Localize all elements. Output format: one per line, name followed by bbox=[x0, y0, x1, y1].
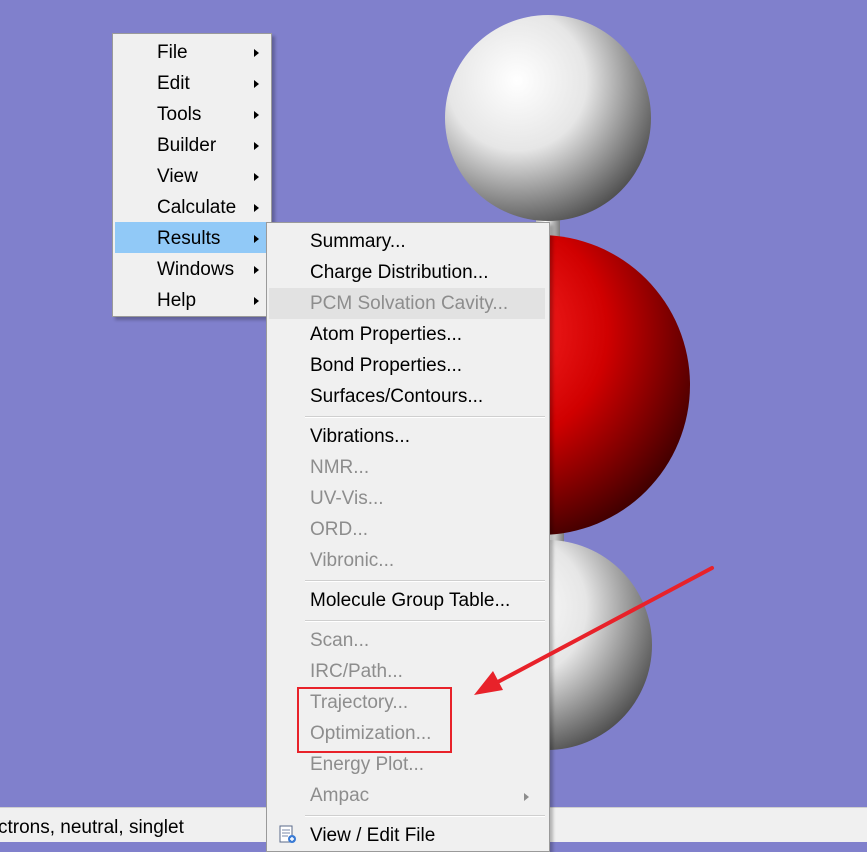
submenu-arrow-icon bbox=[254, 142, 259, 150]
submenu-item-molecule-group-table[interactable]: Molecule Group Table... bbox=[269, 585, 545, 616]
menu-item-windows[interactable]: Windows bbox=[115, 253, 269, 284]
menu-item-calculate[interactable]: Calculate bbox=[115, 191, 269, 222]
menu-separator bbox=[305, 815, 545, 817]
submenu-item-label: Molecule Group Table... bbox=[310, 590, 511, 611]
submenu-item-label: UV-Vis... bbox=[310, 488, 384, 509]
submenu-arrow-icon bbox=[254, 235, 259, 243]
submenu-item-nmr[interactable]: NMR... bbox=[269, 452, 545, 483]
menu-item-label: Windows bbox=[157, 259, 235, 280]
menu-item-label: File bbox=[157, 42, 188, 63]
submenu-arrow-icon bbox=[254, 266, 259, 274]
menu-item-label: Builder bbox=[157, 135, 217, 156]
hydrogen-atom-top bbox=[445, 15, 651, 221]
submenu-item-scan[interactable]: Scan... bbox=[269, 625, 545, 656]
submenu-item-label: Surfaces/Contours... bbox=[310, 386, 484, 407]
menu-item-label: View bbox=[157, 166, 198, 187]
submenu-item-atom-properties[interactable]: Atom Properties... bbox=[269, 319, 545, 350]
submenu-item-bond-properties[interactable]: Bond Properties... bbox=[269, 350, 545, 381]
submenu-item-surfaces-contours[interactable]: Surfaces/Contours... bbox=[269, 381, 545, 412]
submenu-item-label: PCM Solvation Cavity... bbox=[310, 293, 509, 314]
submenu-arrow-icon bbox=[254, 204, 259, 212]
menu-separator bbox=[305, 416, 545, 418]
menu-item-builder[interactable]: Builder bbox=[115, 129, 269, 160]
menu-item-file[interactable]: File bbox=[115, 36, 269, 67]
submenu-item-label: Scan... bbox=[310, 630, 370, 651]
submenu-item-label: Vibrations... bbox=[310, 426, 410, 447]
submenu-item-label: NMR... bbox=[310, 457, 370, 478]
submenu-item-energy-plot[interactable]: Energy Plot... bbox=[269, 749, 545, 780]
menu-item-results[interactable]: Results bbox=[115, 222, 269, 253]
menu-item-help[interactable]: Help bbox=[115, 284, 269, 315]
menu-item-label: Calculate bbox=[157, 197, 237, 218]
submenu-item-label: Energy Plot... bbox=[310, 754, 425, 775]
menu-item-label: Help bbox=[157, 290, 197, 311]
submenu-item-vibronic[interactable]: Vibronic... bbox=[269, 545, 545, 576]
status-text: ctrons, neutral, singlet bbox=[0, 817, 184, 838]
submenu-item-irc-path[interactable]: IRC/Path... bbox=[269, 656, 545, 687]
menu-item-view[interactable]: View bbox=[115, 160, 269, 191]
submenu-item-label: View / Edit File bbox=[310, 825, 436, 846]
menu-separator bbox=[305, 580, 545, 582]
submenu-item-uv-vis[interactable]: UV-Vis... bbox=[269, 483, 545, 514]
submenu-item-label: Atom Properties... bbox=[310, 324, 463, 345]
submenu-item-vibrations[interactable]: Vibrations... bbox=[269, 421, 545, 452]
submenu-item-label: Ampac bbox=[310, 785, 370, 806]
submenu-item-summary[interactable]: Summary... bbox=[269, 226, 545, 257]
submenu-item-label: IRC/Path... bbox=[310, 661, 403, 682]
submenu-item-ampac[interactable]: Ampac bbox=[269, 780, 545, 811]
submenu-arrow-icon bbox=[254, 173, 259, 181]
results-submenu: Summary... Charge Distribution... PCM So… bbox=[266, 222, 550, 852]
submenu-item-label: Charge Distribution... bbox=[310, 262, 489, 283]
menu-item-edit[interactable]: Edit bbox=[115, 67, 269, 98]
menu-item-label: Results bbox=[157, 228, 221, 249]
submenu-item-label: Vibronic... bbox=[310, 550, 395, 571]
annotation-highlight-box bbox=[297, 687, 452, 753]
submenu-arrow-icon bbox=[524, 793, 529, 801]
submenu-item-charge-distribution[interactable]: Charge Distribution... bbox=[269, 257, 545, 288]
menu-separator bbox=[305, 620, 545, 622]
submenu-item-label: ORD... bbox=[310, 519, 369, 540]
submenu-item-label: Bond Properties... bbox=[310, 355, 463, 376]
file-edit-icon bbox=[279, 825, 296, 843]
submenu-arrow-icon bbox=[254, 297, 259, 305]
menu-item-tools[interactable]: Tools bbox=[115, 98, 269, 129]
submenu-arrow-icon bbox=[254, 49, 259, 57]
submenu-arrow-icon bbox=[254, 111, 259, 119]
menu-item-label: Edit bbox=[157, 73, 190, 94]
menu-item-label: Tools bbox=[157, 104, 202, 125]
submenu-item-label: Summary... bbox=[310, 231, 406, 252]
submenu-item-pcm-solvation-cavity[interactable]: PCM Solvation Cavity... bbox=[269, 288, 545, 319]
submenu-arrow-icon bbox=[254, 80, 259, 88]
context-menu: File Edit Tools Builder View Calculate R… bbox=[112, 33, 272, 317]
submenu-item-ord[interactable]: ORD... bbox=[269, 514, 545, 545]
submenu-item-view-edit-file[interactable]: View / Edit File bbox=[269, 820, 545, 851]
